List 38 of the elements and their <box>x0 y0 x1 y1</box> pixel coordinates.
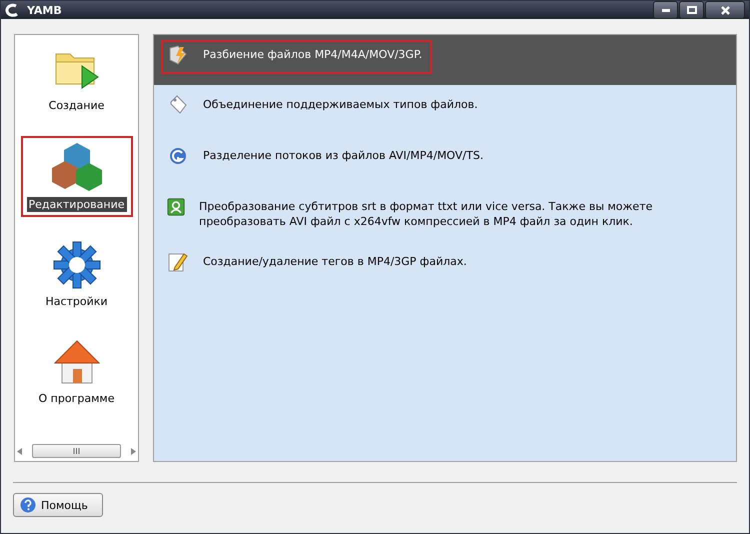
task-row[interactable]: Преобразование субтитров srt в формат ttxt или vice versa. Также вы можете преобразовать AVI файл с x264vfw компрессией в MP4 файл за один клик. <box>154 187 736 242</box>
task-row[interactable]: Создание/удаление тегов в MP4/3GP файлах. <box>154 242 736 293</box>
right-arrow-icon <box>131 448 136 454</box>
task-label: Объединение поддерживаемых типов файлов. <box>203 97 478 112</box>
task-row[interactable]: Объединение поддерживаемых типов файлов. <box>154 85 736 136</box>
lightning-icon <box>167 44 189 66</box>
minimize-button[interactable] <box>653 1 678 19</box>
help-button[interactable]: Помощь <box>13 493 103 517</box>
sidebar-label: Настройки <box>44 294 109 309</box>
question-icon <box>20 497 36 513</box>
task-label: Разделение потоков из файлов AVI/MP4/MOV/TS. <box>203 148 484 163</box>
sidebar-label: О программе <box>38 391 116 406</box>
minimize-icon <box>662 8 670 12</box>
task-label: Создание/удаление тегов в MP4/3GP файлах. <box>203 254 467 269</box>
scrollbar-thumb[interactable] <box>32 444 121 458</box>
sidebar-item[interactable]: Создание <box>40 39 112 118</box>
person-icon <box>167 196 185 218</box>
task-label: Преобразование субтитров srt в формат ttxt или vice versa. Также вы можете преобразовать AVI файл с x264vfw компрессией в MP4 файл за один клик. <box>199 199 654 229</box>
maximize-button[interactable] <box>679 1 704 19</box>
close-button[interactable] <box>705 1 745 19</box>
sidebar-label: Создание <box>48 98 106 113</box>
cubes-icon <box>50 141 102 193</box>
task-row[interactable]: Разделение потоков из файлов AVI/MP4/MOV/TS. <box>154 136 736 187</box>
left-arrow-icon <box>17 448 22 454</box>
window-title: YAMB <box>27 4 62 16</box>
task-row[interactable]: Разбиение файлов MP4/M4A/MOV/3GP. <box>154 35 736 85</box>
task-label: Разбиение файлов MP4/M4A/MOV/3GP. <box>203 47 422 62</box>
grip-icon <box>73 448 80 454</box>
app-logo-icon <box>5 3 19 17</box>
horizontal-scrollbar[interactable] <box>17 444 136 458</box>
sidebar-item[interactable]: Настройки <box>37 235 116 314</box>
close-icon <box>720 6 730 14</box>
pencil-note-icon <box>167 251 189 273</box>
gear-icon <box>52 240 102 290</box>
sidebar-item[interactable]: Редактирование <box>20 136 132 217</box>
maximize-icon <box>686 6 696 14</box>
sidebar-item[interactable]: О программе <box>30 332 122 411</box>
sidebar-label: Редактирование <box>26 197 126 212</box>
